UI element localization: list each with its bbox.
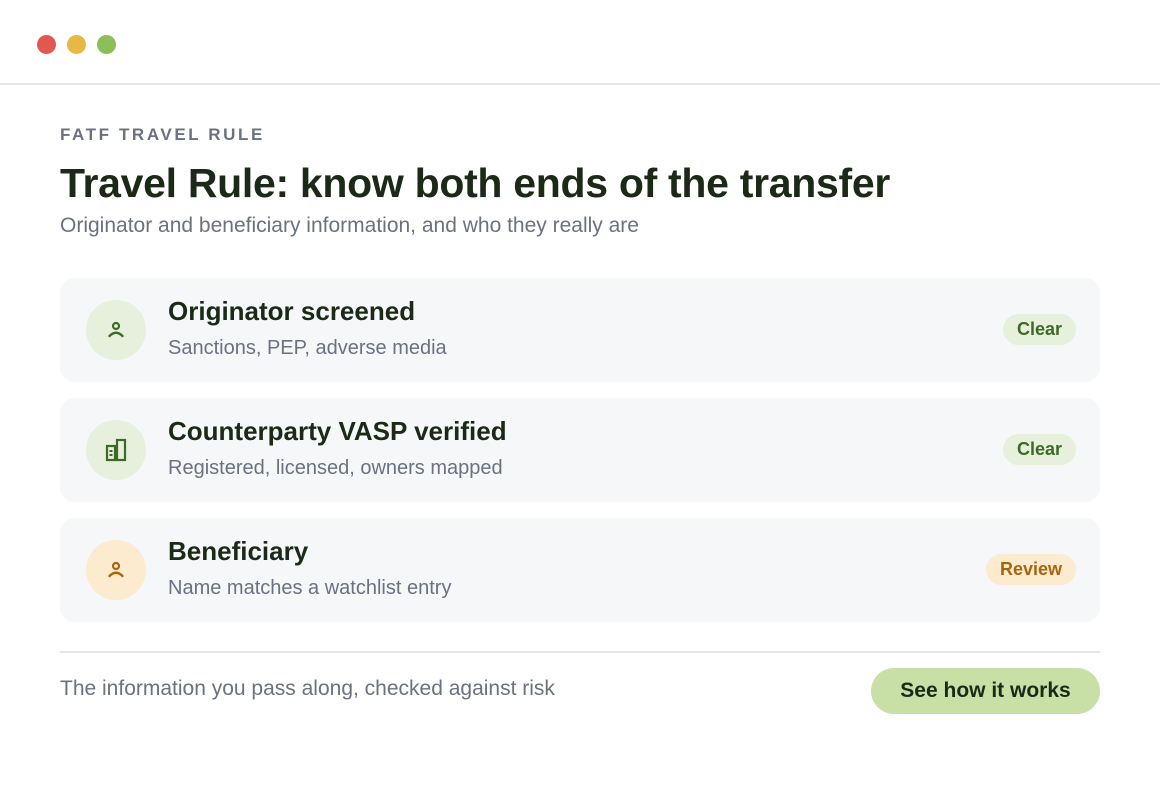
check-subtitle: Registered, licensed, owners mapped (168, 457, 503, 479)
status-badge: Clear (1002, 434, 1076, 465)
window-titlebar (0, 0, 1160, 85)
footer-text: The information you pass along, checked … (60, 677, 555, 700)
status-badge: Clear (1002, 314, 1076, 345)
status-badge: Review (985, 554, 1076, 585)
see-how-it-works-button[interactable]: See how it works (871, 668, 1100, 714)
building-icon (86, 420, 146, 480)
person-icon (86, 300, 146, 360)
check-title: Counterparty VASP verified (168, 416, 507, 446)
check-title: Beneficiary (168, 536, 309, 566)
close-window-button[interactable] (37, 35, 56, 54)
eyebrow-label: FATF TRAVEL RULE (60, 125, 265, 144)
check-card-counterparty: Counterparty VASP verified Registered, l… (60, 398, 1100, 502)
check-subtitle: Name matches a watchlist entry (168, 577, 452, 599)
minimize-window-button[interactable] (67, 35, 86, 54)
page-title: Travel Rule: know both ends of the trans… (60, 160, 891, 206)
check-card-beneficiary: Beneficiary Name matches a watchlist ent… (60, 518, 1100, 622)
person-icon (86, 540, 146, 600)
check-card-originator: Originator screened Sanctions, PEP, adve… (60, 278, 1100, 382)
page-subtitle: Originator and beneficiary information, … (60, 214, 639, 237)
maximize-window-button[interactable] (97, 35, 116, 54)
check-title: Originator screened (168, 296, 416, 326)
check-subtitle: Sanctions, PEP, adverse media (168, 337, 447, 359)
footer-divider (60, 651, 1100, 653)
